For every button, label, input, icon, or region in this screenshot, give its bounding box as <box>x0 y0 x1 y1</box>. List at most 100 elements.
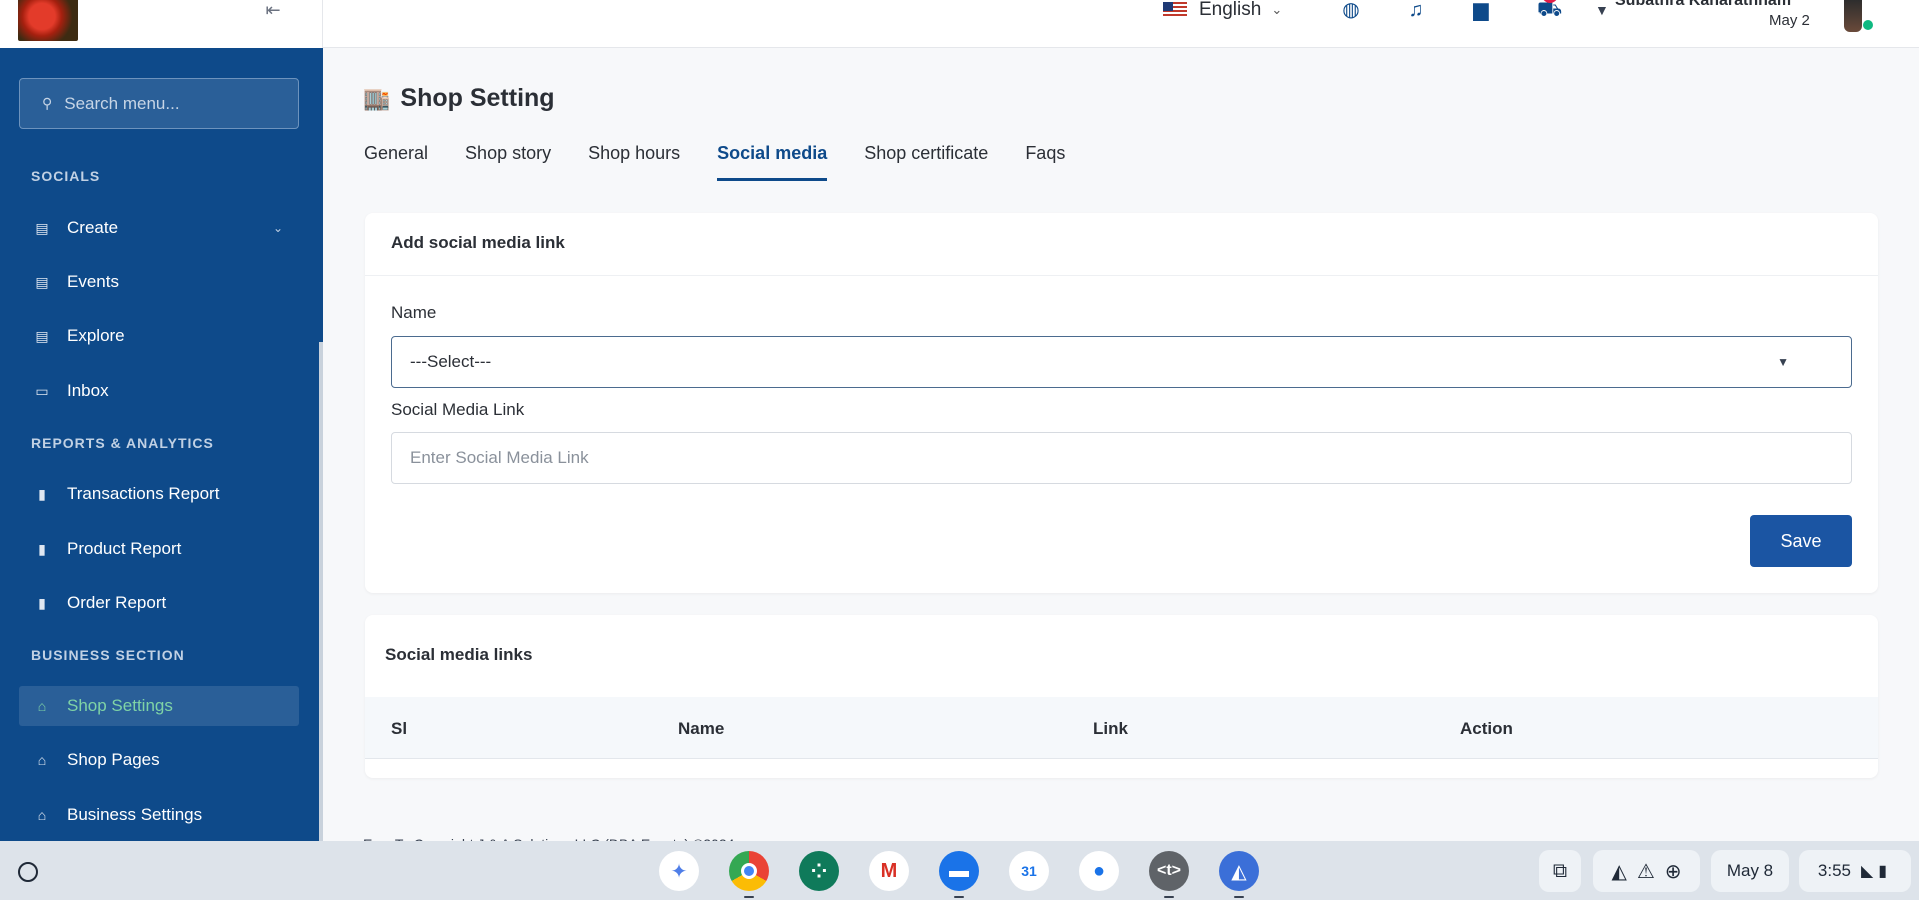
sidebar-item-create[interactable]: ▤ Create ⌄ <box>19 208 299 248</box>
sidebar-item-shop-settings[interactable]: ⌂ Shop Settings <box>19 686 299 726</box>
sidebar-item-label: Shop Settings <box>67 696 173 715</box>
add-social-media-card: Add social media link Name ---Select--- … <box>365 213 1878 593</box>
bar-chart-icon: ▮ <box>38 540 46 557</box>
save-button[interactable]: Save <box>1750 515 1852 567</box>
sidebar: ⇤ ⚲ SOCIALS ▤ Create ⌄ ▤ Events ▤ Explor… <box>0 0 323 841</box>
sidebar-brand-bar: ⇤ <box>0 0 323 48</box>
sidebar-item-label: Business Settings <box>67 805 203 824</box>
column-link: Link <box>1093 719 1128 738</box>
sidebar-scrollbar[interactable] <box>319 342 323 841</box>
column-sl: Sl <box>391 719 408 738</box>
sidebar-item-label: Shop Pages <box>67 750 160 769</box>
name-select[interactable]: ---Select--- ▼ <box>391 336 1852 388</box>
date-label: May 8 <box>1726 861 1774 880</box>
apps-grid-icon[interactable]: ⁘ <box>799 851 839 891</box>
card-title: Add social media link <box>365 213 1878 276</box>
chevron-down-icon: ⌄ <box>1271 2 1283 17</box>
os-taskbar: ✦ ⁘ M ▬ 31 ● <t> ◭ ⧉ ◭ ⚠ ⊕ May 8 3:55 ◣ … <box>0 841 1919 900</box>
online-status-icon <box>1863 20 1873 30</box>
globe-icon[interactable]: ◍ <box>1339 0 1363 20</box>
collapse-sidebar-icon[interactable]: ⇤ <box>262 0 284 20</box>
sidebar-item-order-report[interactable]: ▮ Order Report <box>19 583 299 623</box>
tray-status-icons[interactable]: ◭ ⚠ ⊕ <box>1593 850 1700 892</box>
tab-general[interactable]: General <box>364 143 428 181</box>
tab-shop-hours[interactable]: Shop hours <box>588 143 680 181</box>
wifi-icon: ◣ <box>1860 863 1874 880</box>
chevron-down-icon: ⌄ <box>272 221 283 235</box>
tray-date[interactable]: May 8 <box>1711 850 1789 892</box>
name-label: Name <box>391 303 437 322</box>
column-name: Name <box>678 719 725 738</box>
vpn-running-indicator <box>1234 896 1244 898</box>
link-label: Social Media Link <box>391 400 525 419</box>
files-app-icon[interactable]: ▬ <box>939 851 979 891</box>
section-title-business: BUSINESS SECTION <box>31 647 185 663</box>
tab-social-media[interactable]: Social media <box>717 143 828 181</box>
section-title-socials: SOCIALS <box>31 168 101 184</box>
vpn-app-icon[interactable]: ◭ <box>1219 851 1259 891</box>
sidebar-item-inbox[interactable]: ▭ Inbox <box>19 371 299 411</box>
social-media-links-card: Social media links Sl Name Link Action <box>365 615 1878 778</box>
chat-icon[interactable]: ▆ <box>1469 0 1493 20</box>
download-tray-icon: ⧉ <box>1552 859 1568 882</box>
bar-chart-icon: ▮ <box>38 594 46 611</box>
card-title: Social media links <box>385 645 533 664</box>
tab-faqs[interactable]: Faqs <box>1025 143 1065 181</box>
select-value: ---Select--- <box>410 352 492 371</box>
page-title-text: Shop Setting <box>400 84 555 112</box>
explore-icon: ▤ <box>35 327 49 344</box>
terminal-app-icon[interactable]: <t> <box>1149 851 1189 891</box>
search-input[interactable] <box>64 93 285 114</box>
sidebar-item-shop-pages[interactable]: ⌂ Shop Pages <box>19 740 299 780</box>
sidebar-item-label: Product Report <box>67 539 182 558</box>
sidebar-item-business-settings[interactable]: ⌂ Business Settings <box>19 795 299 835</box>
sidebar-item-events[interactable]: ▤ Events <box>19 262 299 302</box>
events-icon: ▤ <box>35 273 49 290</box>
section-title-reports: REPORTS & ANALYTICS <box>31 435 214 451</box>
us-flag-icon <box>1163 2 1187 18</box>
caret-down-icon: ▼ <box>1777 355 1789 369</box>
bar-chart-icon: ▮ <box>38 485 46 502</box>
vpn-status-icon: ◭ <box>1611 860 1627 883</box>
gemini-app-icon[interactable]: ✦ <box>659 851 699 891</box>
shop-icon: 🏬 <box>363 85 391 111</box>
sidebar-item-label: Events <box>67 272 119 291</box>
create-icon: ▤ <box>35 219 49 236</box>
launcher-icon[interactable] <box>18 862 38 882</box>
sidebar-item-label: Explore <box>67 326 125 345</box>
language-selector[interactable]: English ⌄ <box>1163 0 1282 20</box>
user-menu-caret-icon[interactable]: ▼ <box>1595 2 1609 18</box>
shop-logo[interactable] <box>18 0 78 41</box>
tab-shop-certificate[interactable]: Shop certificate <box>864 143 988 181</box>
home-icon: ⌂ <box>37 752 47 768</box>
tray-holding-space[interactable]: ⧉ <box>1539 850 1581 892</box>
home-icon: ⌂ <box>37 698 47 714</box>
sidebar-item-label: Order Report <box>67 593 167 612</box>
chrome-app-icon[interactable] <box>729 851 769 891</box>
search-icon: ⚲ <box>42 95 53 111</box>
user-name: Subathra Kanarathnam <box>1615 0 1792 9</box>
page-title: 🏬 Shop Setting <box>363 84 555 113</box>
add-circle-icon: ⊕ <box>1664 860 1682 883</box>
chrome-running-indicator <box>744 896 754 898</box>
tray-clock[interactable]: 3:55 ◣ ▮ <box>1799 850 1911 892</box>
social-media-link-input[interactable] <box>391 432 1852 484</box>
table-header: Sl Name Link Action <box>365 697 1878 759</box>
warning-icon: ⚠ <box>1636 860 1655 883</box>
avatar[interactable] <box>1844 0 1862 32</box>
terminal-running-indicator <box>1164 896 1174 898</box>
settings-tabs: General Shop story Shop hours Social med… <box>364 143 1102 181</box>
inbox-icon: ▭ <box>35 382 49 399</box>
calendar-app-icon[interactable]: 31 <box>1009 851 1049 891</box>
sidebar-item-explore[interactable]: ▤ Explore <box>19 316 299 356</box>
gmail-app-icon[interactable]: M <box>869 851 909 891</box>
bell-icon[interactable]: ♫ <box>1404 0 1428 20</box>
tab-shop-story[interactable]: Shop story <box>465 143 551 181</box>
sidebar-item-transactions-report[interactable]: ▮ Transactions Report <box>19 474 299 514</box>
language-label: English <box>1199 0 1262 20</box>
sidebar-item-product-report[interactable]: ▮ Product Report <box>19 529 299 569</box>
sidebar-search: ⚲ <box>19 78 299 129</box>
messages-app-icon[interactable]: ● <box>1079 851 1119 891</box>
top-header: English ⌄ ◍ ♫ ▆ ⛟ ▼ Subathra Kanarathnam… <box>323 0 1919 48</box>
cart-icon[interactable]: ⛟ <box>1537 0 1562 20</box>
